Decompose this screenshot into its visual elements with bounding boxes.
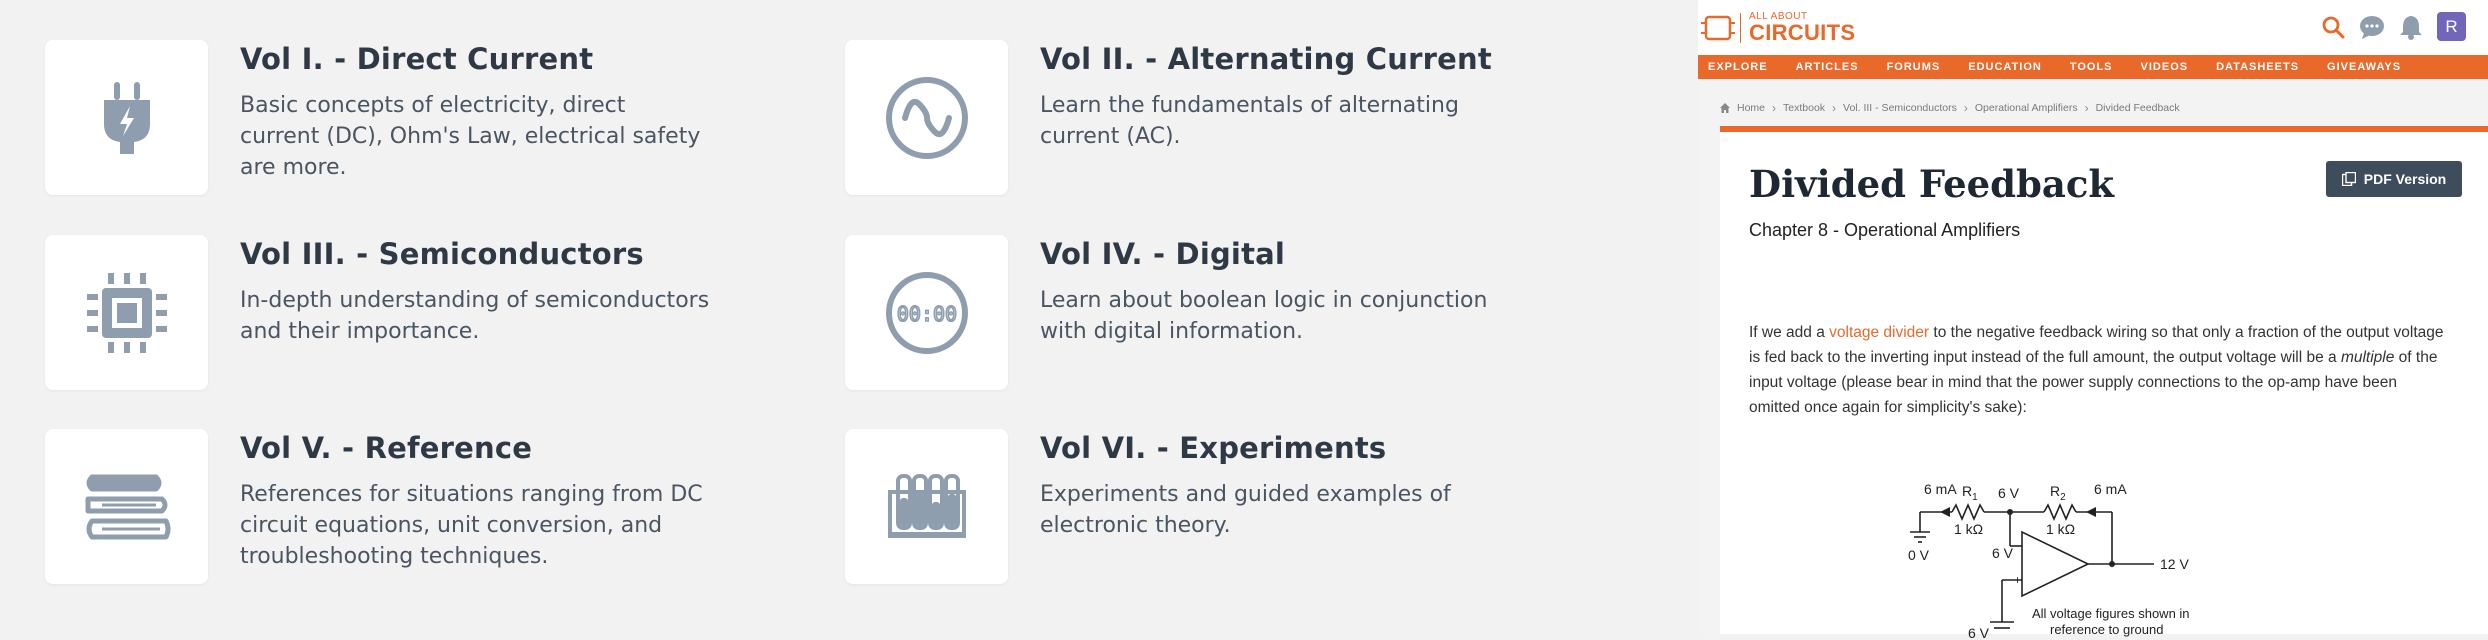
r2-value: 1 kΩ: [2046, 521, 2075, 537]
nav-education[interactable]: EDUCATION: [1968, 61, 2042, 73]
volume-grid: Vol I. - Direct Current Basic concepts o…: [0, 0, 1705, 634]
volume-icon-box: [845, 429, 1008, 584]
pdf-icon: [2341, 172, 2356, 186]
test-tubes-icon: [887, 473, 966, 538]
bell-icon[interactable]: [2399, 14, 2423, 40]
current-label-1: 6 mA: [1924, 481, 1957, 497]
schematic-node: [2109, 561, 2115, 567]
site-header: ALL ABOUT CIRCUITS R: [1698, 0, 2488, 55]
volume-card-6[interactable]: Vol VI. - Experiments Experiments and gu…: [845, 429, 1545, 589]
svg-text:00:00: 00:00: [896, 302, 956, 326]
pdf-version-label: PDF Version: [2363, 171, 2447, 187]
volume-card-4[interactable]: 00:00 Vol IV. - Digital Learn about bool…: [845, 235, 1545, 395]
nav-articles[interactable]: ARTICLES: [1796, 61, 1859, 73]
volume-card-1[interactable]: Vol I. - Direct Current Basic concepts o…: [45, 40, 745, 200]
chevron-right-icon: ›: [1832, 101, 1837, 115]
main-nav: EXPLORE ARTICLES FORUMS EDUCATION TOOLS …: [1698, 55, 2488, 79]
breadcrumb: Home › Textbook › Vol. III - Semiconduct…: [1720, 101, 2180, 115]
volume-title[interactable]: Vol IV. - Digital: [1040, 237, 1285, 271]
nav-videos[interactable]: VIDEOS: [2141, 61, 2189, 73]
user-avatar[interactable]: R: [2437, 12, 2466, 41]
ground-voltage: 0 V: [1908, 547, 1930, 563]
svg-text:+: +: [2014, 573, 2021, 587]
paragraph-text: If we add a: [1749, 324, 1830, 341]
schematic-node: [2007, 509, 2013, 515]
voltage-divider-link[interactable]: voltage divider: [1829, 324, 1929, 341]
volume-title[interactable]: Vol III. - Semiconductors: [240, 237, 644, 271]
r1-label: R1: [1962, 483, 1978, 503]
chip-logo-icon: [1701, 15, 1735, 41]
volume-description: Learn the fundamentals of alternating cu…: [1040, 93, 1459, 149]
volume-description: Basic concepts of electricity, direct cu…: [240, 93, 701, 180]
chapter-subtitle: Chapter 8 - Operational Amplifiers: [1749, 220, 2021, 240]
nav-explore[interactable]: EXPLORE: [1708, 61, 1768, 73]
sine-wave-icon: [885, 76, 968, 159]
volume-description: Learn about boolean logic in conjunction…: [1040, 288, 1488, 344]
search-icon[interactable]: [2321, 15, 2345, 39]
volume-title[interactable]: Vol I. - Direct Current: [240, 42, 593, 76]
logo-name: CIRCUITS: [1749, 20, 1856, 45]
nav-datasheets[interactable]: DATASHEETS: [2216, 61, 2299, 73]
site-logo[interactable]: ALL ABOUT CIRCUITS: [1698, 12, 1855, 44]
volume-card-5[interactable]: Vol V. - Reference References for situat…: [45, 429, 745, 589]
breadcrumb-chapter[interactable]: Operational Amplifiers: [1975, 102, 2078, 114]
nav-tools[interactable]: TOOLS: [2070, 61, 2113, 73]
breadcrumb-textbook[interactable]: Textbook: [1783, 102, 1825, 114]
digital-clock-icon: 00:00: [885, 271, 968, 354]
article-paragraph: If we add a voltage divider to the negat…: [1749, 320, 2449, 420]
volume-icon-box: [845, 40, 1008, 195]
schematic-note: reference to ground: [2050, 622, 2163, 637]
chevron-right-icon: ›: [1772, 101, 1777, 115]
volume-description: In-depth understanding of semiconductors…: [240, 288, 710, 344]
breadcrumb-volume[interactable]: Vol. III - Semiconductors: [1843, 102, 1957, 114]
node-voltage: 6 V: [1998, 485, 2020, 501]
volume-card-3[interactable]: Vol III. - Semiconductors In-depth under…: [45, 235, 745, 395]
volume-card-2[interactable]: Vol II. - Alternating Current Learn the …: [845, 40, 1545, 200]
breadcrumb-home[interactable]: Home: [1737, 102, 1765, 114]
page-title: Divided Feedback: [1749, 162, 2115, 206]
volume-icon-box: [45, 235, 208, 390]
plug-icon: [103, 81, 150, 154]
nav-forums[interactable]: FORUMS: [1887, 61, 1941, 73]
volume-title[interactable]: Vol VI. - Experiments: [1040, 431, 1386, 465]
volume-description: Experiments and guided examples of elect…: [1040, 482, 1451, 538]
input-voltage: 6 V: [1968, 625, 1990, 640]
header-actions: R: [2321, 12, 2466, 41]
svg-text:−: −: [2014, 539, 2021, 553]
chevron-right-icon: ›: [1963, 101, 1968, 115]
current-label-2: 6 mA: [2094, 481, 2127, 497]
home-icon: [1720, 103, 1730, 113]
volume-icon-box: [45, 429, 208, 584]
schematic-note: All voltage figures shown in: [2032, 606, 2190, 621]
chat-icon[interactable]: [2359, 15, 2385, 39]
volume-icon-box: 00:00: [845, 235, 1008, 390]
r1-value: 1 kΩ: [1954, 521, 1983, 537]
r2-label: R2: [2050, 483, 2066, 503]
pdf-version-button[interactable]: PDF Version: [2326, 161, 2462, 197]
noninverting-amplifier-schematic: + − 6 mA R1 1 kΩ 6 V R2 1 kΩ 6 mA 6 V 0 …: [1908, 481, 2190, 640]
volume-title[interactable]: Vol II. - Alternating Current: [1040, 42, 1492, 76]
chip-icon: [86, 272, 167, 353]
chevron-right-icon: ›: [2084, 101, 2089, 115]
article-card: Divided Feedback PDF Version Chapter 8 -…: [1720, 126, 2488, 640]
breadcrumb-current: Divided Feedback: [2095, 102, 2180, 114]
volume-icon-box: [45, 40, 208, 195]
output-voltage: 12 V: [2160, 556, 2189, 572]
books-icon: [85, 474, 170, 539]
paragraph-emphasis: multiple: [2340, 349, 2395, 366]
nav-giveaways[interactable]: GIVEAWAYS: [2327, 61, 2401, 73]
volume-title[interactable]: Vol V. - Reference: [240, 431, 532, 465]
volume-description: References for situations ranging from D…: [240, 482, 703, 569]
inverting-input-voltage: 6 V: [1992, 545, 2014, 561]
article-page: ALL ABOUT CIRCUITS R EXPLORE ARTICLES FO: [1698, 0, 2488, 640]
